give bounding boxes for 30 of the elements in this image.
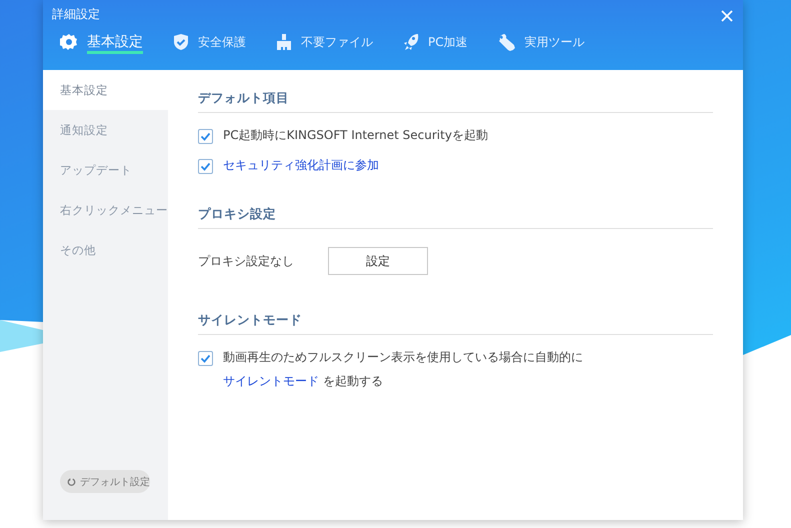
section-heading: サイレントモード xyxy=(198,312,302,329)
link-label[interactable]: セキュリティ強化計画に参加 xyxy=(223,158,379,173)
broom-icon xyxy=(276,33,292,51)
option-label-continued: サイレントモード を起動する xyxy=(223,374,384,389)
close-icon[interactable] xyxy=(719,8,735,24)
checkbox[interactable] xyxy=(198,351,213,366)
sidebar-item[interactable]: アップデート xyxy=(43,150,168,190)
option-label: 動画再生のためフルスクリーン表示を使用している場合に自動的に xyxy=(223,350,583,364)
tab[interactable]: 安全保護 xyxy=(173,27,246,57)
gear-icon xyxy=(60,33,78,51)
sidebar-item[interactable]: 右クリックメニュー xyxy=(43,190,168,230)
checkbox[interactable] xyxy=(198,159,213,174)
link[interactable]: サイレントモード xyxy=(223,374,319,388)
tab[interactable]: PC加速 xyxy=(403,27,468,57)
tab[interactable]: 不要ファイル xyxy=(276,27,373,57)
tab[interactable]: 基本設定 xyxy=(60,27,143,57)
tab[interactable]: 実用ツール xyxy=(498,27,585,57)
settings-button[interactable]: 設定 xyxy=(328,247,428,275)
shield-check-icon xyxy=(173,33,189,51)
sidebar-item[interactable]: 基本設定 xyxy=(43,70,168,110)
sidebar-item[interactable]: その他 xyxy=(43,230,168,270)
window-title: 詳細設定 xyxy=(52,6,100,23)
proxy-status-label: プロキシ設定なし xyxy=(198,252,294,270)
section-heading: プロキシ設定 xyxy=(198,206,276,223)
default-settings-button[interactable]: デフォルト設定 xyxy=(60,470,150,493)
checkbox[interactable] xyxy=(198,129,213,144)
sidebar-item[interactable]: 通知設定 xyxy=(43,110,168,150)
option-label: PC起動時にKINGSOFT Internet Securityを起動 xyxy=(223,128,488,143)
rocket-icon xyxy=(403,33,419,51)
section-heading: デフォルト項目 xyxy=(198,90,289,107)
